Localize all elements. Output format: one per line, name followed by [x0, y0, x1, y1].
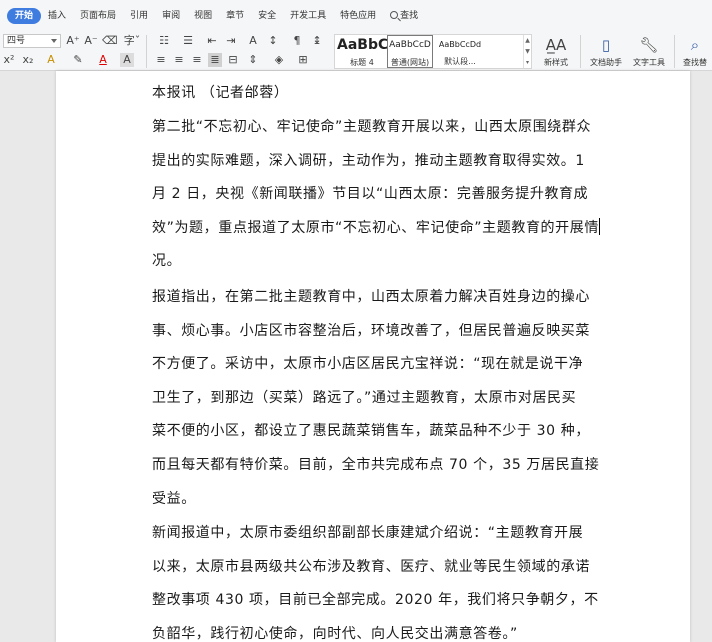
search-icon [390, 11, 399, 19]
paragraph-3: 新闻报道中，太原市委组织部副部长康建斌介绍说：“主题教育开展 以来，太原市县两级… [152, 517, 612, 642]
document-icon: ▯ [601, 36, 611, 54]
text-line: 事、烦心事。小店区市容整治后，环境改善了，但居民普遍反映买菜 [152, 322, 590, 339]
new-style-button[interactable]: A̲A 新样式 [538, 36, 574, 68]
spacing-icon[interactable]: ⇕ [246, 53, 260, 67]
text-line: 以来，太原市县两级共公布涉及教育、医疗、就业等民生领域的承诺 [152, 558, 590, 575]
text-line: 报道指出，在第二批主题教育中，山西太原着力解决百姓身边的操心 [152, 289, 590, 305]
justify-icon[interactable]: ≣ [208, 53, 222, 67]
border-icon[interactable]: ⊞ [296, 53, 310, 67]
text-line: 况。 [152, 253, 182, 270]
new-style-icon: A̲A [545, 36, 567, 54]
text-line: 第二批“不忘初心、牢记使命”主题教育开展以来，山西太原围绕群众 [152, 119, 592, 135]
decrease-indent-icon[interactable]: ⇤ [205, 34, 219, 48]
text-line: 月 2 日，央视《新闻联播》节目以“山西太原：完善服务提升教育成 [152, 186, 589, 203]
distribute-icon[interactable]: ⊟ [226, 53, 240, 67]
tab-search[interactable]: 查找 [383, 8, 425, 24]
tab-view[interactable]: 视图 [187, 8, 219, 24]
wrench-icon: 🔧︎ [639, 36, 659, 54]
text-line: 提出的实际难题，深入调研，主动作为，推动主题教育取得实效。1 [152, 152, 585, 169]
style-normal-web[interactable]: AaBbCcD 普通(网站) [387, 35, 433, 68]
align-center-icon[interactable]: ≡ [172, 53, 186, 67]
document-page[interactable]: 本报讯 （记者邰蓉） 第二批“不忘初心、牢记使命”主题教育开展以来，山西太原围绕… [56, 71, 690, 642]
subscript-icon[interactable]: x₂ [22, 53, 34, 67]
paragraph-1: 第二批“不忘初心、牢记使命”主题教育开展以来，山西太原围绕群众 提出的实际难题，… [152, 111, 612, 279]
text-line: 菜不便的小区，都设立了惠民蔬菜销售车，蔬菜品种不少于 30 种， [152, 423, 590, 440]
phonetic-icon[interactable]: 字ˇ [122, 34, 142, 48]
text-line: 受益。 [152, 490, 196, 507]
highlight-icon[interactable]: ✎ [70, 53, 86, 67]
show-marks-icon[interactable]: ¶ [290, 34, 304, 48]
char-shading-icon[interactable]: A [120, 53, 134, 67]
text-line: 效”为题，重点报道了太原市“不忘初心、牢记使命”主题教育的开展情 [152, 219, 599, 236]
text-cursor [598, 217, 601, 235]
font-size-select[interactable]: 四号 [3, 34, 61, 48]
align-left-icon[interactable]: ≡ [154, 53, 168, 67]
tab-chapter[interactable]: 章节 [219, 8, 251, 24]
divider [146, 35, 147, 68]
font-size-value: 四号 [7, 36, 26, 46]
text-line: 卫生了，到那边（买菜）路远了。”通过主题教育，太原市对居民买 [152, 389, 577, 406]
bullet-list-icon[interactable]: ☷ [154, 34, 174, 48]
text-line: 整改事项 430 项，目前已全部完成。2020 年，我们将只争朝夕，不 [152, 592, 599, 609]
text-tools-button[interactable]: 🔧︎ 文字工具 [628, 36, 670, 68]
text-line: 本报讯 （记者邰蓉） [152, 85, 289, 101]
divider [580, 35, 581, 68]
grow-font-icon[interactable]: A⁺ [66, 34, 80, 48]
text-line: 负韶华，践行初心使命，向时代、向人民交出满意答卷。” [152, 625, 518, 642]
sort-icon[interactable]: ↕ [266, 34, 280, 48]
chinese-layout-icon[interactable]: A [246, 34, 260, 48]
text-line: 新闻报道中，太原市委组织部副部长康建斌介绍说：“主题教育开展 [152, 525, 584, 541]
style-default-paragraph[interactable]: AaBbCcDd 默认段... [435, 35, 485, 68]
style-gallery: AaBbC 标题 4 AaBbCcD 普通(网站) AaBbCcDd 默认段..… [334, 34, 532, 69]
tab-home[interactable]: 开始 [7, 8, 42, 24]
numbered-list-icon[interactable]: ☰ [178, 34, 198, 48]
doc-helper-button[interactable]: ▯ 文档助手 [586, 36, 626, 68]
shading-icon[interactable]: ◈ [272, 53, 286, 67]
superscript-icon[interactable]: x² [3, 53, 15, 67]
more-icon: ▾ [525, 59, 529, 66]
text-effect-icon[interactable]: A [44, 53, 58, 67]
tab-references[interactable]: 引用 [123, 8, 155, 24]
increase-indent-icon[interactable]: ⇥ [224, 34, 238, 48]
byline-paragraph: 本报讯 （记者邰蓉） [152, 77, 612, 111]
tab-special[interactable]: 特色应用 [333, 8, 383, 24]
ribbon-toolbar: 四号 A⁺ A⁻ ⌫ 字ˇ x² x₂ A ✎ A A ☷ ☰ ⇤ ⇥ A ↕ … [0, 32, 712, 71]
text-line: 不方便了。采访中，太原市小店区居民亢宝祥说：“现在就是说干净 [152, 356, 584, 373]
menu-bar: 开始 插入 页面布局 引用 审阅 视图 章节 安全 开发工具 特色应用 查找 [0, 0, 712, 32]
chevron-down-icon [51, 39, 57, 43]
font-color-icon[interactable]: A [96, 53, 110, 67]
tab-security[interactable]: 安全 [251, 8, 283, 24]
tab-page-layout[interactable]: 页面布局 [73, 8, 123, 24]
find-replace-button[interactable]: ⌕ 查找替 [678, 36, 712, 68]
align-right-icon[interactable]: ≡ [190, 53, 204, 67]
clear-format-icon[interactable]: ⌫ [102, 34, 118, 48]
shrink-font-icon[interactable]: A⁻ [84, 34, 98, 48]
tab-review[interactable]: 审阅 [155, 8, 187, 24]
line-spacing-icon[interactable]: ↨ [310, 34, 324, 48]
tab-insert[interactable]: 插入 [41, 8, 73, 24]
text-line: 而且每天都有特价菜。目前，全市共完成布点 70 个，35 万居民直接 [152, 456, 600, 473]
divider [674, 35, 675, 68]
text-line-with-cursor: 效”为题，重点报道了太原市“不忘初心、牢记使命”主题教育的开展情 [152, 212, 612, 246]
style-heading-4[interactable]: AaBbC 标题 4 [337, 35, 388, 68]
chevron-down-icon: ▼ [525, 48, 530, 55]
paragraph-2: 报道指出，在第二批主题教育中，山西太原着力解决百姓身边的操心 事、烦心事。小店区… [152, 281, 612, 516]
search-icon: ⌕ [690, 36, 700, 54]
tab-developer[interactable]: 开发工具 [283, 8, 333, 24]
chevron-up-icon: ▲ [525, 37, 530, 44]
search-label: 查找 [400, 11, 419, 21]
gallery-scroll[interactable]: ▲ ▼ ▾ [523, 35, 531, 68]
